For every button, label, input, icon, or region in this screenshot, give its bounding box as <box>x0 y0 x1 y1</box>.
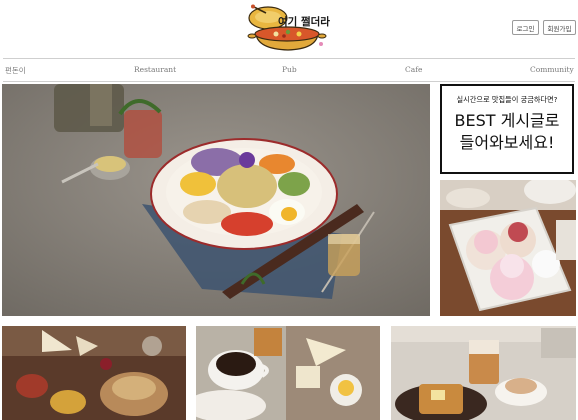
signup-button[interactable]: 회원가입 <box>543 20 576 35</box>
nav-divider <box>3 81 575 82</box>
logo-text: 여기 쩔더라 <box>278 15 330 28</box>
toast-latte-image[interactable] <box>391 326 576 420</box>
main-nav: 펀돈이 Restaurant Pub Cafe Community <box>0 61 578 79</box>
nav-item-restaurant[interactable]: Restaurant <box>134 65 176 74</box>
nav-item-community[interactable]: Community <box>530 65 574 74</box>
cheese-platter-image[interactable] <box>2 326 186 420</box>
cupcake-image[interactable] <box>440 180 576 316</box>
login-button[interactable]: 로그인 <box>512 20 539 35</box>
nav-item-home[interactable]: 펀돈이 <box>5 65 26 76</box>
best-title-line2: 들어와보세요! <box>459 133 555 152</box>
best-title: BEST 게시글로 들어와보세요! <box>442 110 572 154</box>
site-header: 여기 쩔더라 로그인 회원가입 <box>0 0 578 58</box>
site-logo[interactable]: 여기 쩔더라 <box>244 3 336 53</box>
coffee-cheese-image[interactable] <box>196 326 380 420</box>
header-divider <box>3 58 575 59</box>
best-posts-banner[interactable]: 실시간으로 맛집들이 궁금하다면? BEST 게시글로 들어와보세요! <box>440 84 574 174</box>
nav-item-pub[interactable]: Pub <box>282 65 297 74</box>
best-title-line1: BEST 게시글로 <box>454 111 560 130</box>
best-subtitle: 실시간으로 맛집들이 궁금하다면? <box>456 95 558 104</box>
hero-food-image[interactable] <box>2 84 430 316</box>
nav-item-cafe[interactable]: Cafe <box>405 65 422 74</box>
